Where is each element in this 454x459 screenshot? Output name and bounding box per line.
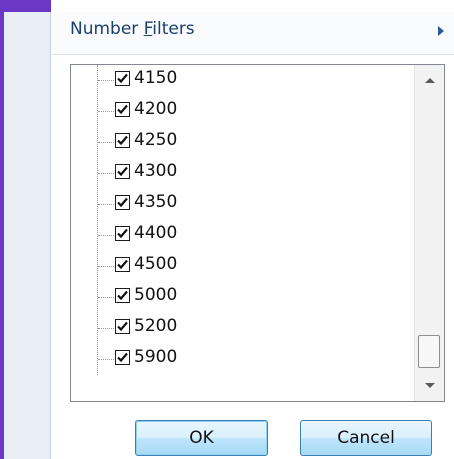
list-item[interactable]: 4500 — [71, 251, 411, 282]
item-checkbox[interactable] — [115, 350, 130, 365]
tree-branch-line — [98, 235, 114, 236]
item-checkbox[interactable] — [115, 319, 130, 334]
item-label: 5900 — [134, 347, 178, 367]
item-checkbox[interactable] — [115, 102, 130, 117]
list-item[interactable]: 4300 — [71, 158, 411, 189]
item-label: 4350 — [134, 192, 178, 212]
list-item[interactable]: 4400 — [71, 220, 411, 251]
list-item[interactable]: 4200 — [71, 96, 411, 127]
window-edge-top — [0, 0, 51, 12]
list-scrollbar[interactable] — [414, 65, 444, 401]
item-checkbox[interactable] — [115, 226, 130, 241]
list-item[interactable]: 5900 — [71, 344, 411, 375]
number-filters-label: Number Filters — [70, 19, 195, 39]
item-checkbox[interactable] — [115, 195, 130, 210]
item-checkbox[interactable] — [115, 71, 130, 86]
scroll-down-arrow-icon[interactable] — [415, 371, 444, 401]
item-label: 5000 — [134, 285, 178, 305]
item-checkbox[interactable] — [115, 133, 130, 148]
item-checkbox[interactable] — [115, 164, 130, 179]
list-item[interactable]: 5000 — [71, 282, 411, 313]
list-item[interactable]: 4350 — [71, 189, 411, 220]
cancel-button[interactable]: Cancel — [300, 420, 432, 456]
scroll-up-arrow-icon[interactable] — [415, 65, 444, 95]
tree-branch-line — [98, 111, 114, 112]
ok-button[interactable]: OK — [135, 420, 268, 456]
item-label: 5200 — [134, 316, 178, 336]
list-item[interactable]: 5200 — [71, 313, 411, 344]
filter-values-list[interactable]: 4150 4200 4250 4300 4350 4400 4500 5000 5200 5900 — [70, 64, 445, 402]
item-checkbox[interactable] — [115, 257, 130, 272]
submenu-arrow-icon — [438, 26, 444, 36]
number-filters-menu-item[interactable]: Number Filters — [52, 12, 454, 54]
menu-icon-gutter — [4, 12, 51, 459]
item-checkbox[interactable] — [115, 288, 130, 303]
item-label: 4500 — [134, 254, 178, 274]
item-label: 4200 — [134, 99, 178, 119]
item-label: 4400 — [134, 223, 178, 243]
menu-separator — [52, 54, 454, 55]
tree-branch-line — [98, 204, 114, 205]
item-label: 4250 — [134, 130, 178, 150]
list-item[interactable]: 4150 — [71, 65, 411, 96]
tree-branch-line — [98, 359, 114, 360]
tree-branch-line — [98, 80, 114, 81]
item-label: 4150 — [134, 68, 178, 88]
scroll-thumb[interactable] — [418, 335, 440, 368]
list-item[interactable]: 4250 — [71, 127, 411, 158]
tree-branch-line — [98, 142, 114, 143]
item-label: 4300 — [134, 161, 178, 181]
tree-branch-line — [98, 328, 114, 329]
tree-branch-line — [98, 173, 114, 174]
tree-branch-line — [98, 297, 114, 298]
tree-branch-line — [98, 266, 114, 267]
